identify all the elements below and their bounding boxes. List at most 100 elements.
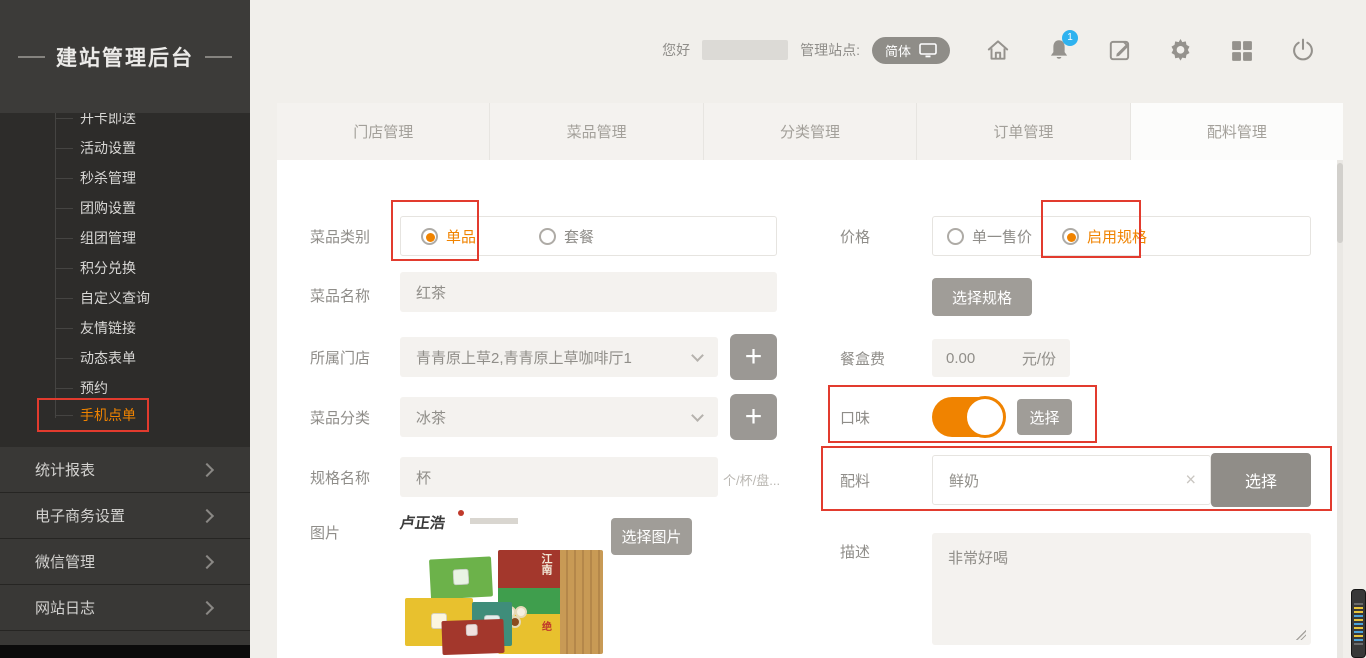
sidebar-group-stats[interactable]: 统计报表 bbox=[0, 447, 250, 493]
choose-spec-button[interactable]: 选择规格 bbox=[932, 278, 1032, 316]
radio-single-price[interactable]: 单一售价 bbox=[947, 226, 1032, 247]
dish-class-label: 菜品分类 bbox=[310, 407, 370, 428]
dish-class-value: 冰茶 bbox=[416, 407, 446, 428]
sidebar-item-links[interactable]: 友情链接 bbox=[80, 318, 136, 338]
category-radio-group: 单品 套餐 bbox=[400, 216, 777, 256]
gear-icon bbox=[1167, 37, 1194, 64]
group-label: 微信管理 bbox=[35, 551, 95, 572]
dish-name-input[interactable]: 红茶 bbox=[400, 272, 777, 312]
radio-dot bbox=[539, 228, 556, 245]
sidebar-item-groupbuy[interactable]: 团购设置 bbox=[80, 198, 136, 218]
radio-single-item[interactable]: 单品 bbox=[421, 226, 476, 247]
spec-name-hint: 个/杯/盘... bbox=[723, 470, 780, 489]
description-label: 描述 bbox=[840, 541, 870, 562]
store-label: 所属门店 bbox=[310, 347, 370, 368]
browser-minimap-widget[interactable] bbox=[1351, 589, 1366, 658]
topbar: 您好 管理站点: 简体 1 bbox=[250, 0, 1366, 100]
sidebar: 开卡即送 活动设置 秒杀管理 团购设置 组团管理 积分兑换 自定义查询 友情链接… bbox=[0, 0, 250, 658]
radio-label: 套餐 bbox=[564, 226, 594, 247]
box-fee-input[interactable]: 0.00 元/份 bbox=[932, 339, 1070, 377]
scrollbar-thumb[interactable] bbox=[1337, 163, 1343, 243]
resize-handle[interactable] bbox=[1296, 630, 1306, 640]
notification-badge: 1 bbox=[1062, 30, 1078, 46]
tab-bar: 门店管理 菜品管理 分类管理 订单管理 配料管理 bbox=[277, 103, 1343, 160]
tab-ingredient-manage[interactable]: 配料管理 bbox=[1130, 103, 1343, 160]
notifications-button[interactable]: 1 bbox=[1045, 37, 1072, 64]
edit-icon bbox=[1107, 37, 1133, 63]
app-title: 建站管理后台 bbox=[56, 42, 194, 72]
edit-button[interactable] bbox=[1106, 37, 1133, 64]
sidebar-item-seckill[interactable]: 秒杀管理 bbox=[80, 168, 136, 188]
manage-site-label: 管理站点: bbox=[800, 40, 860, 60]
radio-combo[interactable]: 套餐 bbox=[539, 226, 594, 247]
grid-icon bbox=[1229, 38, 1254, 63]
settings-button[interactable] bbox=[1167, 37, 1194, 64]
sidebar-item-reservation[interactable]: 预约 bbox=[80, 378, 108, 398]
sidebar-item-mobile-order[interactable]: 手机点单 bbox=[80, 405, 136, 425]
chevron-down-icon bbox=[691, 349, 704, 362]
tab-category-manage[interactable]: 分类管理 bbox=[703, 103, 916, 160]
sidebar-group-ecommerce[interactable]: 电子商务设置 bbox=[0, 493, 250, 539]
chevron-right-icon bbox=[200, 508, 214, 522]
radio-label: 单品 bbox=[446, 226, 476, 247]
chevron-right-icon bbox=[200, 462, 214, 476]
add-class-button[interactable]: + bbox=[730, 394, 777, 440]
content-panel: 门店管理 菜品管理 分类管理 订单管理 配料管理 菜品类别 单品 套餐 菜品名称… bbox=[277, 103, 1343, 658]
dish-name-label: 菜品名称 bbox=[310, 285, 370, 306]
sidebar-group-sitelog[interactable]: 网站日志 bbox=[0, 585, 250, 631]
spec-name-input[interactable]: 杯 bbox=[400, 457, 718, 497]
description-value: 非常好喝 bbox=[948, 550, 1008, 567]
tab-store-manage[interactable]: 门店管理 bbox=[277, 103, 489, 160]
radio-enable-spec[interactable]: 启用规格 bbox=[1062, 226, 1147, 247]
brand-logo: 卢正浩 bbox=[399, 512, 447, 533]
tab-order-manage[interactable]: 订单管理 bbox=[916, 103, 1129, 160]
brand-subtext bbox=[470, 518, 518, 524]
flavor-choose-button[interactable]: 选择 bbox=[1017, 399, 1072, 435]
brand-seal-dot bbox=[458, 510, 464, 516]
ingredient-label: 配料 bbox=[840, 470, 870, 491]
sidebar-item-dynamic-form[interactable]: 动态表单 bbox=[80, 348, 136, 368]
store-select[interactable]: 青青原上草2,青青原上草咖啡厅1 bbox=[400, 337, 718, 377]
green-tea-box bbox=[429, 556, 493, 599]
ingredient-value: 鲜奶 bbox=[949, 470, 979, 491]
clear-icon[interactable]: × bbox=[1185, 470, 1196, 491]
box-text-top: 江南 bbox=[538, 553, 554, 575]
title-dash-left bbox=[18, 56, 45, 58]
tab-dish-manage[interactable]: 菜品管理 bbox=[489, 103, 702, 160]
flavor-label: 口味 bbox=[840, 407, 870, 428]
chevron-right-icon bbox=[200, 554, 214, 568]
box-fee-label: 餐盒费 bbox=[840, 348, 885, 369]
red-tea-box bbox=[441, 619, 504, 655]
sidebar-bottom-strip bbox=[0, 645, 250, 658]
chevron-right-icon bbox=[200, 600, 214, 614]
store-select-value: 青青原上草2,青青原上草咖啡厅1 bbox=[416, 347, 632, 368]
logout-button[interactable] bbox=[1289, 37, 1316, 64]
toggle-knob bbox=[964, 396, 1006, 438]
chevron-down-icon bbox=[691, 409, 704, 422]
price-radio-group: 单一售价 启用规格 bbox=[932, 216, 1311, 256]
dish-name-value: 红茶 bbox=[416, 282, 446, 303]
sidebar-item-group-manage[interactable]: 组团管理 bbox=[80, 228, 136, 248]
choose-image-button[interactable]: 选择图片 bbox=[611, 518, 692, 555]
sidebar-item-activity[interactable]: 活动设置 bbox=[80, 138, 136, 158]
ingredient-choose-button[interactable]: 选择 bbox=[1211, 453, 1311, 507]
sidebar-groups: 统计报表 电子商务设置 微信管理 网站日志 bbox=[0, 447, 250, 645]
sidebar-group-wechat[interactable]: 微信管理 bbox=[0, 539, 250, 585]
monitor-icon bbox=[919, 43, 937, 58]
group-label: 统计报表 bbox=[35, 459, 95, 480]
description-textarea[interactable]: 非常好喝 bbox=[932, 533, 1311, 645]
add-store-button[interactable]: + bbox=[730, 334, 777, 380]
dish-class-select[interactable]: 冰茶 bbox=[400, 397, 718, 437]
ingredient-input[interactable]: 鲜奶 × bbox=[932, 455, 1211, 505]
group-label: 网站日志 bbox=[35, 597, 95, 618]
home-button[interactable] bbox=[984, 37, 1011, 64]
flavor-toggle[interactable] bbox=[932, 397, 1004, 437]
radio-label: 启用规格 bbox=[1087, 226, 1147, 247]
sidebar-item-points[interactable]: 积分兑换 bbox=[80, 258, 136, 278]
sidebar-header: 建站管理后台 bbox=[0, 0, 250, 113]
sidebar-item-custom-query[interactable]: 自定义查询 bbox=[80, 288, 150, 308]
apps-grid-button[interactable] bbox=[1228, 37, 1255, 64]
site-switch-button[interactable]: 简体 bbox=[872, 37, 950, 64]
greeting-text: 您好 bbox=[662, 40, 690, 60]
radio-dot-selected bbox=[421, 228, 438, 245]
